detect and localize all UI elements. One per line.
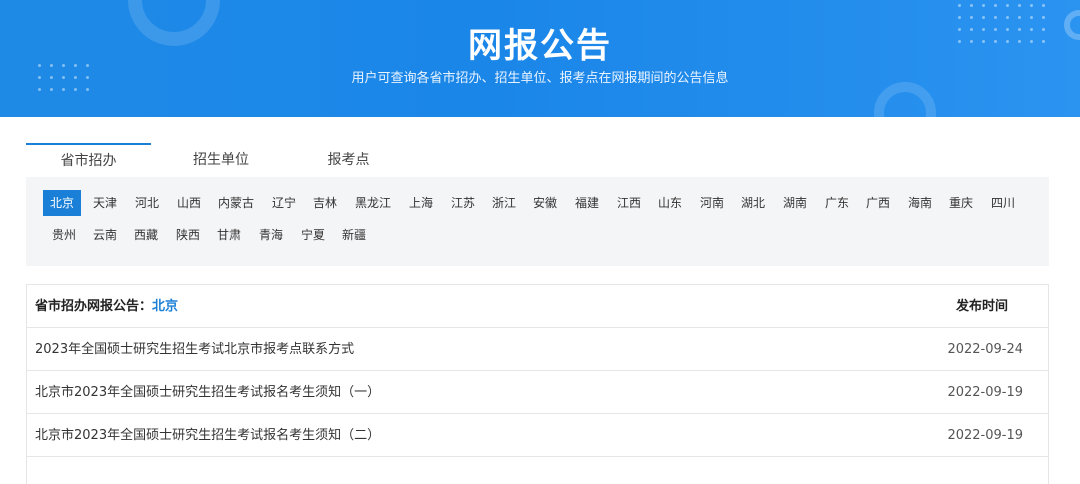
province-tianjin[interactable]: 天津: [86, 190, 124, 216]
table-row[interactable]: 2023年全国硕士研究生招生考试北京市报考点联系方式 2022-09-24: [27, 328, 1048, 371]
announcement-date: 2022-09-19: [947, 428, 1023, 443]
announcement-link[interactable]: 北京市2023年全国硕士研究生招生考试报名考生须知（一）: [35, 371, 380, 414]
province-sichuan[interactable]: 四川: [984, 190, 1022, 216]
page-subtitle: 用户可查询各省市招办、招生单位、报考点在网报期间的公告信息: [351, 71, 729, 86]
province-anhui[interactable]: 安徽: [526, 190, 564, 216]
tab-exam-site[interactable]: 报考点: [311, 143, 386, 177]
announcement-table: 省市招办网报公告：北京 发布时间 2023年全国硕士研究生招生考试北京市报考点联…: [26, 284, 1049, 484]
province-yunnan[interactable]: 云南: [86, 222, 124, 248]
province-hebei[interactable]: 河北: [128, 190, 166, 216]
province-zhejiang[interactable]: 浙江: [485, 190, 523, 216]
province-fujian[interactable]: 福建: [568, 190, 606, 216]
province-beijing[interactable]: 北京: [43, 190, 82, 216]
province-shanxi[interactable]: 山西: [170, 190, 208, 216]
header-region: 北京: [152, 299, 179, 314]
page-title: 网报公告: [468, 26, 612, 66]
province-liaoning[interactable]: 辽宁: [265, 190, 303, 216]
announcement-link[interactable]: 北京市2023年全国硕士研究生招生考试报名考生须知（二）: [35, 414, 380, 457]
table-header-title: 省市招办网报公告：北京: [35, 285, 178, 328]
province-henan[interactable]: 河南: [693, 190, 731, 216]
province-qinghai[interactable]: 青海: [252, 222, 290, 248]
province-guangdong[interactable]: 广东: [818, 190, 856, 216]
province-jiangsu[interactable]: 江苏: [444, 190, 482, 216]
province-heilongjiang[interactable]: 黑龙江: [348, 190, 398, 216]
table-header: 省市招办网报公告：北京 发布时间: [27, 285, 1048, 328]
tab-provincial-office[interactable]: 省市招办: [26, 143, 151, 177]
header-prefix: 省市招办网报公告：: [35, 299, 153, 314]
announcement-link[interactable]: 2023年全国硕士研究生招生考试北京市报考点联系方式: [35, 328, 354, 371]
decorative-ring-right: [874, 82, 936, 117]
province-guizhou[interactable]: 贵州: [45, 222, 83, 248]
table-header-date: 发布时间: [955, 299, 1008, 314]
province-hunan[interactable]: 湖南: [776, 190, 814, 216]
province-neimenggu[interactable]: 内蒙古: [211, 190, 261, 216]
province-selector: 北京 天津 河北 山西 内蒙古 辽宁 吉林 黑龙江 上海 江苏 浙江 安徽 福建…: [26, 177, 1049, 266]
table-row[interactable]: 北京市2023年全国硕士研究生招生考试报名考生须知（一） 2022-09-19: [27, 371, 1048, 414]
province-hainan[interactable]: 海南: [901, 190, 939, 216]
province-shaanxi[interactable]: 陕西: [169, 222, 207, 248]
header-banner: 网报公告 用户可查询各省市招办、招生单位、报考点在网报期间的公告信息: [0, 0, 1080, 117]
announcement-date: 2022-09-19: [947, 385, 1023, 400]
province-ningxia[interactable]: 宁夏: [294, 222, 332, 248]
province-jiangxi[interactable]: 江西: [610, 190, 648, 216]
province-hubei[interactable]: 湖北: [734, 190, 772, 216]
province-chongqing[interactable]: 重庆: [942, 190, 980, 216]
category-tabs: 省市招办 招生单位 报考点: [26, 143, 1049, 177]
province-gansu[interactable]: 甘肃: [210, 222, 248, 248]
table-row[interactable]: 北京市2023年全国硕士研究生招生考试报名考生须知（二） 2022-09-19: [27, 414, 1048, 457]
province-shandong[interactable]: 山东: [651, 190, 689, 216]
tab-enrollment-unit[interactable]: 招生单位: [176, 143, 266, 177]
province-shanghai[interactable]: 上海: [402, 190, 440, 216]
province-xizang[interactable]: 西藏: [127, 222, 165, 248]
province-guangxi[interactable]: 广西: [859, 190, 897, 216]
province-xinjiang[interactable]: 新疆: [335, 222, 373, 248]
announcement-date: 2022-09-24: [947, 342, 1023, 357]
province-jilin[interactable]: 吉林: [306, 190, 344, 216]
